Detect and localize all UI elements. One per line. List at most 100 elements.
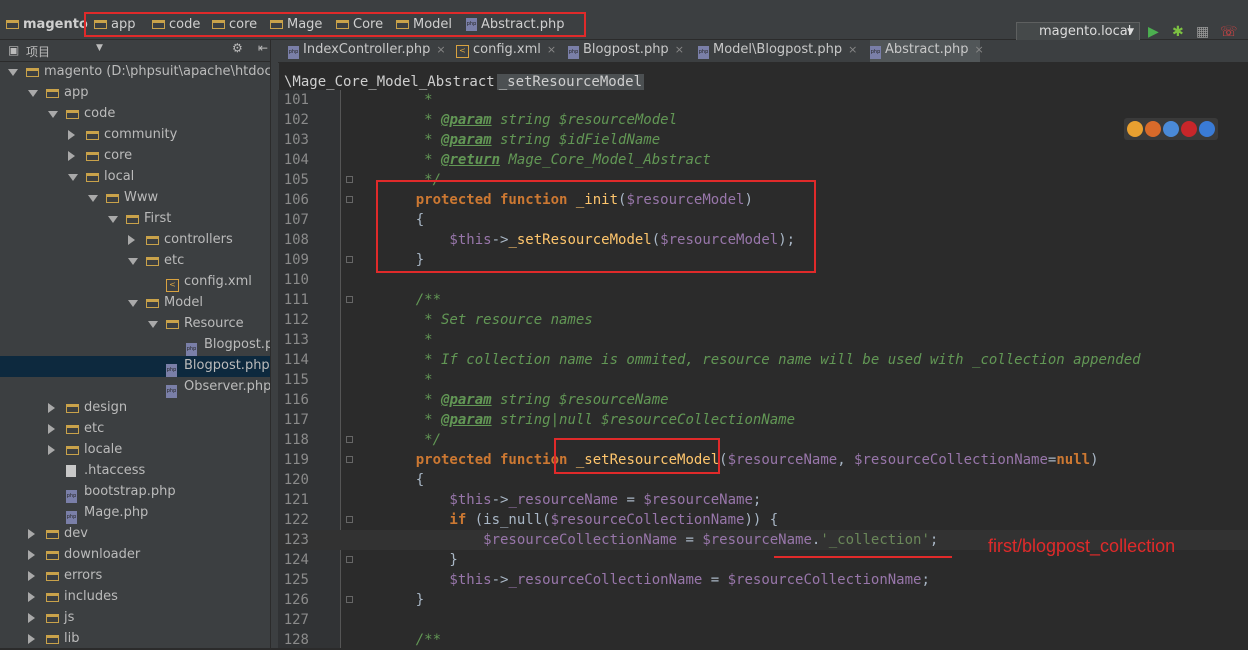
tree-item[interactable]: magento (D:\phpsuit\apache\htdocs\mag	[0, 62, 270, 83]
collapsed-arrow-icon[interactable]	[48, 403, 55, 413]
close-icon[interactable]: ×	[974, 43, 983, 56]
code-line[interactable]: 117 * @param string|null $resourceCollec…	[278, 410, 1248, 430]
run-config-select[interactable]: magento.local ▼	[1016, 22, 1140, 42]
close-icon[interactable]: ×	[547, 43, 556, 56]
run-icon[interactable]: ▶	[1148, 24, 1162, 40]
fold-marker-icon[interactable]	[346, 436, 353, 443]
collapsed-arrow-icon[interactable]	[68, 151, 75, 161]
fold-marker-icon[interactable]	[346, 596, 353, 603]
tree-item[interactable]: local	[0, 167, 270, 188]
code-line[interactable]: 103 * @param string $idFieldName	[278, 130, 1248, 150]
collapsed-arrow-icon[interactable]	[48, 445, 55, 455]
tree-item[interactable]: downloader	[0, 545, 270, 566]
code-line[interactable]: 125 $this->_resourceCollectionName = $re…	[278, 570, 1248, 590]
hide-icon[interactable]: ⇤	[258, 41, 268, 55]
tree-item[interactable]: etc	[0, 251, 270, 272]
code-line[interactable]: 101 *	[278, 90, 1248, 110]
code-line[interactable]: 111 /**	[278, 290, 1248, 310]
code-line[interactable]: 121 $this->_resourceName = $resourceName…	[278, 490, 1248, 510]
tree-item[interactable]: First	[0, 209, 270, 230]
tree-item[interactable]: phpBlogpost.php	[0, 356, 270, 377]
tree-item[interactable]: includes	[0, 587, 270, 608]
tree-item[interactable]: core	[0, 146, 270, 167]
code-line[interactable]: 113 *	[278, 330, 1248, 350]
nav-root[interactable]: magento	[6, 16, 88, 32]
expanded-arrow-icon[interactable]	[48, 111, 58, 118]
expanded-arrow-icon[interactable]	[128, 258, 138, 265]
code-line[interactable]: 115 *	[278, 370, 1248, 390]
fold-marker-icon[interactable]	[346, 176, 353, 183]
tree-item[interactable]: app	[0, 83, 270, 104]
tree-item[interactable]: phpBlogpost.php	[0, 335, 270, 356]
editor-tab[interactable]: php Abstract.php ×	[870, 40, 984, 62]
code-line[interactable]: 126 }	[278, 590, 1248, 610]
code-line[interactable]: 128 /**	[278, 630, 1248, 650]
fold-marker-icon[interactable]	[346, 516, 353, 523]
tree-item[interactable]: Resource	[0, 314, 270, 335]
fold-marker-icon[interactable]	[346, 196, 353, 203]
code-line[interactable]: 116 * @param string $resourceName	[278, 390, 1248, 410]
fold-marker-icon[interactable]	[346, 456, 353, 463]
tree-item[interactable]: locale	[0, 440, 270, 461]
firefox-icon[interactable]	[1145, 121, 1161, 137]
fold-marker-icon[interactable]	[346, 296, 353, 303]
chevron-down-icon[interactable]: ▼	[96, 43, 103, 53]
collapsed-arrow-icon[interactable]	[28, 571, 35, 581]
expanded-arrow-icon[interactable]	[8, 69, 18, 76]
editor-tab[interactable]: php Model\Blogpost.php ×	[698, 40, 868, 62]
code-line[interactable]: 112 * Set resource names	[278, 310, 1248, 330]
tree-item[interactable]: Www	[0, 188, 270, 209]
tree-item[interactable]: errors	[0, 566, 270, 587]
code-line[interactable]: 120 {	[278, 470, 1248, 490]
collapsed-arrow-icon[interactable]	[68, 130, 75, 140]
collapsed-arrow-icon[interactable]	[28, 529, 35, 539]
code-line[interactable]: 127	[278, 610, 1248, 630]
tree-item[interactable]: dev	[0, 524, 270, 545]
tree-item[interactable]: .htaccess	[0, 461, 270, 482]
collapsed-arrow-icon[interactable]	[28, 634, 35, 644]
tree-item[interactable]: < config.xml	[0, 272, 270, 293]
collapsed-arrow-icon[interactable]	[48, 424, 55, 434]
expanded-arrow-icon[interactable]	[128, 300, 138, 307]
tree-item[interactable]: php Observer.php	[0, 377, 270, 398]
expanded-arrow-icon[interactable]	[28, 90, 38, 97]
code-line[interactable]: 102 * @param string $resourceModel	[278, 110, 1248, 130]
tree-item[interactable]: Model	[0, 293, 270, 314]
collapsed-arrow-icon[interactable]	[28, 592, 35, 602]
collapsed-arrow-icon[interactable]	[28, 613, 35, 623]
expanded-arrow-icon[interactable]	[88, 195, 98, 202]
code-line[interactable]: 118 */	[278, 430, 1248, 450]
phone-icon[interactable]: ☏	[1220, 24, 1238, 40]
tree-item[interactable]: js	[0, 608, 270, 629]
breadcrumb-method[interactable]: _setResourceModel	[496, 74, 645, 90]
ie-icon[interactable]	[1199, 121, 1215, 137]
fold-marker-icon[interactable]	[346, 556, 353, 563]
expanded-arrow-icon[interactable]	[68, 174, 78, 181]
close-icon[interactable]: ×	[436, 43, 445, 56]
tree-item[interactable]: lib	[0, 629, 270, 648]
fold-marker-icon[interactable]	[346, 256, 353, 263]
tree-item[interactable]: php bootstrap.php	[0, 482, 270, 503]
tree-item[interactable]: design	[0, 398, 270, 419]
gear-icon[interactable]: ⚙	[232, 41, 243, 55]
code-line[interactable]: 122 if (is_null($resourceCollectionName)…	[278, 510, 1248, 530]
tree-item[interactable]: etc	[0, 419, 270, 440]
project-panel-title[interactable]: 项目	[26, 43, 50, 60]
tree-item[interactable]: controllers	[0, 230, 270, 251]
expanded-arrow-icon[interactable]	[148, 321, 158, 328]
code-line[interactable]: 119 protected function _setResourceModel…	[278, 450, 1248, 470]
opera-icon[interactable]	[1181, 121, 1197, 137]
tree-item[interactable]: php Mage.php	[0, 503, 270, 524]
code-editor[interactable]: 101 * 102 * @param string $resourceModel 1…	[278, 90, 1248, 648]
editor-tab[interactable]: < config.xml ×	[456, 40, 566, 62]
code-line[interactable]: 110	[278, 270, 1248, 290]
code-line[interactable]: 114 * If collection name is ommited, res…	[278, 350, 1248, 370]
chrome-icon[interactable]	[1127, 121, 1143, 137]
tree-item[interactable]: code	[0, 104, 270, 125]
safari-icon[interactable]	[1163, 121, 1179, 137]
tree-item[interactable]: community	[0, 125, 270, 146]
listen-icon[interactable]: ▦	[1196, 24, 1210, 40]
expanded-arrow-icon[interactable]	[108, 216, 118, 223]
breadcrumb-class[interactable]: \Mage_Core_Model_Abstract	[282, 74, 497, 90]
editor-tab[interactable]: php Blogpost.php ×	[568, 40, 696, 62]
